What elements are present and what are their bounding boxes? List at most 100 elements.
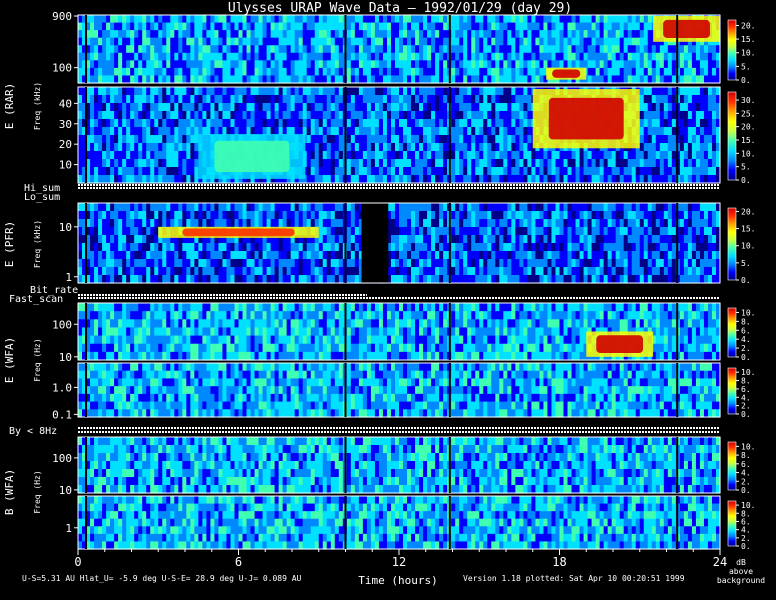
spectrogram-cell bbox=[262, 75, 268, 84]
spectrogram-cell bbox=[587, 275, 593, 284]
spectrogram-cell bbox=[423, 175, 428, 184]
spectrogram-cell bbox=[635, 30, 641, 39]
spectrogram-cell bbox=[459, 259, 464, 268]
spectrogram-cell bbox=[623, 15, 629, 24]
spectrogram-cell bbox=[102, 67, 107, 77]
spectrogram-cell bbox=[150, 67, 155, 77]
spectrogram-cell bbox=[571, 175, 577, 184]
spectrogram-cell bbox=[130, 127, 135, 136]
spectrogram-cell bbox=[382, 95, 388, 104]
spectrogram-cell bbox=[370, 135, 376, 144]
spectrogram-cell bbox=[515, 227, 520, 236]
spectrogram-cell bbox=[407, 103, 412, 112]
spectrogram-cell bbox=[334, 143, 340, 152]
spectrogram-cell bbox=[238, 103, 244, 112]
spectrogram-cell bbox=[555, 259, 561, 268]
spectrogram-cell bbox=[290, 87, 296, 96]
spectrogram-cell bbox=[158, 159, 163, 168]
spectrogram-cell bbox=[619, 227, 625, 236]
spectrogram-cell bbox=[459, 67, 464, 77]
spectrogram-cell bbox=[463, 203, 468, 212]
spectrogram-cell bbox=[427, 119, 432, 128]
spectrogram-cell bbox=[90, 111, 95, 120]
spectrogram-cell bbox=[230, 60, 236, 69]
spectrogram-cell bbox=[122, 275, 127, 284]
spectrogram-cell bbox=[423, 22, 428, 31]
spectrogram-cell bbox=[439, 75, 444, 84]
spectrogram-cell bbox=[439, 235, 444, 244]
spectrogram-cell bbox=[146, 143, 151, 152]
spectrogram-cell bbox=[374, 45, 380, 54]
spectrogram-cell bbox=[535, 251, 541, 260]
spectrogram-cell bbox=[627, 275, 633, 284]
spectrogram-cell bbox=[346, 95, 352, 104]
spectrogram-cell bbox=[194, 259, 199, 268]
spectrogram-cell bbox=[623, 227, 629, 236]
spectrogram-cell bbox=[102, 127, 107, 136]
spectrogram-cell bbox=[250, 37, 256, 46]
spectrogram-cell bbox=[282, 52, 288, 61]
spectrogram-cell bbox=[298, 219, 304, 228]
spectrogram-cell bbox=[567, 259, 573, 268]
spectrogram-cell bbox=[527, 203, 533, 212]
spectrogram-cell bbox=[647, 75, 653, 84]
spectrogram-cell bbox=[563, 243, 569, 252]
spectrogram-cell bbox=[595, 267, 601, 276]
spectrogram-cell bbox=[691, 267, 697, 276]
spectrogram-cell bbox=[390, 119, 396, 128]
spectrogram-cell bbox=[346, 167, 352, 176]
spectrogram-cell bbox=[551, 60, 557, 69]
spectrogram-cell bbox=[559, 243, 565, 252]
spectrogram-cell bbox=[627, 227, 633, 236]
spectrogram-cell bbox=[407, 45, 412, 54]
spectrogram-cell bbox=[294, 251, 300, 260]
spectrogram-cell bbox=[631, 15, 637, 24]
spectrogram-cell bbox=[202, 275, 207, 284]
spectrogram-cell bbox=[238, 219, 244, 228]
spectrogram-cell bbox=[579, 45, 585, 54]
spectrogram-cell bbox=[218, 203, 224, 212]
spectrogram-cell bbox=[130, 175, 135, 184]
spectrogram-cell bbox=[306, 75, 312, 84]
spectrogram-cell bbox=[451, 75, 456, 84]
spectrogram-cell bbox=[451, 22, 456, 31]
spectrogram-cell bbox=[118, 167, 123, 176]
spectrogram-cell bbox=[366, 135, 372, 144]
spectrogram-cell bbox=[110, 203, 115, 212]
spectrogram-cell bbox=[435, 203, 440, 212]
spectrogram-cell bbox=[298, 259, 304, 268]
spectrogram-cell bbox=[463, 235, 468, 244]
spectrogram-cell bbox=[78, 235, 83, 244]
spectrogram-cell bbox=[643, 167, 649, 176]
spectrogram-cell bbox=[222, 22, 228, 31]
spectrogram-cell bbox=[463, 275, 468, 284]
spectrogram-cell bbox=[374, 87, 380, 96]
spectrogram-cell bbox=[206, 75, 212, 84]
spectrogram-cell bbox=[487, 75, 492, 84]
spectrogram-cell bbox=[246, 267, 252, 276]
spectrogram-cell bbox=[519, 243, 524, 252]
spectrogram-cell bbox=[198, 103, 203, 112]
spectrogram-cell bbox=[403, 103, 408, 112]
spectrogram-cell bbox=[559, 275, 565, 284]
spectrogram-cell bbox=[707, 111, 713, 120]
spectrogram-cell bbox=[531, 45, 537, 54]
spectrogram-cell bbox=[286, 111, 292, 120]
spectrogram-cell bbox=[258, 259, 264, 268]
spectrogram-cell bbox=[479, 167, 484, 176]
spectrogram-cell bbox=[463, 87, 468, 96]
spectrogram-cell bbox=[435, 60, 440, 69]
spectrogram-cell bbox=[699, 251, 705, 260]
spectrogram-cell bbox=[334, 37, 340, 46]
spectrogram-cell bbox=[130, 227, 135, 236]
spectrogram-cell bbox=[487, 45, 492, 54]
spectrogram-cell bbox=[226, 243, 232, 252]
panel-rar_low: 10203040 bbox=[59, 86, 721, 184]
spectrogram-cell bbox=[370, 67, 376, 77]
spectrogram-cell bbox=[258, 45, 264, 54]
spectrogram-cell bbox=[515, 60, 520, 69]
spectrogram-cell bbox=[711, 235, 717, 244]
spectrogram-cell bbox=[651, 103, 657, 112]
spectrogram-cell bbox=[186, 52, 191, 61]
spectrogram-cell bbox=[322, 275, 328, 284]
